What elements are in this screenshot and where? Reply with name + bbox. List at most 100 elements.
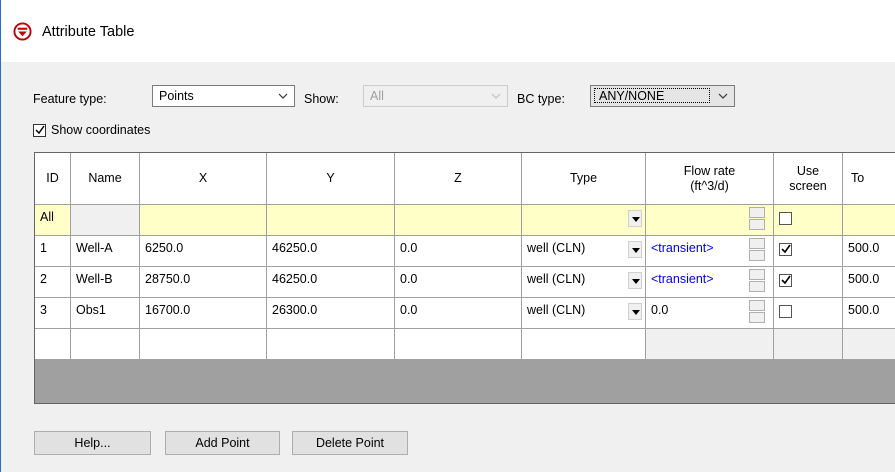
spin-down-icon[interactable] (749, 250, 765, 261)
all-row-use-screen[interactable] (774, 205, 843, 236)
dropdown-button[interactable] (628, 210, 642, 227)
row-z[interactable]: 0.0 (395, 298, 522, 329)
row-name-text: Well-B (76, 272, 113, 286)
row-z[interactable]: 0.0 (395, 236, 522, 267)
dropdown-button[interactable] (628, 241, 642, 258)
new-row-use-screen (774, 329, 843, 360)
bc-type-select[interactable]: ANY/NONE (590, 85, 735, 107)
flow-rate-link[interactable]: <transient> (651, 272, 714, 286)
row-top[interactable]: 500.0 (843, 298, 895, 329)
chevron-down-icon (278, 93, 288, 99)
more-options-icon[interactable] (749, 207, 765, 218)
new-row-type[interactable] (522, 329, 646, 360)
show-select[interactable]: All (363, 85, 508, 107)
row-z-text: 0.0 (400, 303, 418, 317)
dropdown-arrow-icon (632, 248, 640, 253)
all-row-id[interactable]: All (35, 205, 71, 236)
row-type-text: well (CLN) (527, 241, 586, 255)
row-x[interactable]: 16700.0 (140, 298, 267, 329)
attribute-grid[interactable]: ID Name X Y Z Type Flow rate (ft^3/d) Us… (34, 152, 895, 404)
new-row-y[interactable] (267, 329, 395, 360)
options-spinner[interactable] (749, 238, 765, 262)
header-name[interactable]: Name (71, 153, 140, 205)
feature-type-select[interactable]: Points (152, 85, 295, 107)
delete-point-button[interactable]: Delete Point (292, 431, 408, 455)
all-row-top[interactable] (843, 205, 895, 236)
options-spinner[interactable] (749, 207, 765, 231)
new-row-id[interactable] (35, 329, 71, 360)
all-row-z[interactable] (395, 205, 522, 236)
header-type[interactable]: Type (522, 153, 646, 205)
row-use-screen[interactable] (774, 298, 843, 329)
header-x[interactable]: X (140, 153, 267, 205)
add-point-button[interactable]: Add Point (165, 431, 280, 455)
row-flow-rate[interactable]: <transient> (646, 267, 774, 298)
spin-down-icon[interactable] (749, 281, 765, 292)
dropdown-button[interactable] (628, 272, 642, 289)
options-spinner[interactable] (749, 269, 765, 293)
row-id-text: 2 (40, 272, 47, 286)
row-top[interactable]: 500.0 (843, 267, 895, 298)
row-z-text: 0.0 (400, 272, 418, 286)
options-spinner[interactable] (749, 300, 765, 324)
all-row-type[interactable] (522, 205, 646, 236)
row-x[interactable]: 28750.0 (140, 267, 267, 298)
more-options-icon[interactable] (749, 300, 765, 311)
feature-type-label: Feature type: (33, 92, 107, 106)
use-screen-checkbox[interactable] (779, 212, 792, 225)
row-top-text: 500.0 (848, 303, 880, 317)
header-top[interactable]: To (843, 153, 895, 205)
use-screen-checkbox[interactable] (779, 274, 792, 287)
attribute-table-window: Attribute Table Feature type: Points Sho… (0, 0, 895, 472)
row-type[interactable]: well (CLN) (522, 298, 646, 329)
check-icon (781, 244, 791, 254)
row-id[interactable]: 2 (35, 267, 71, 298)
row-name[interactable]: Well-B (71, 267, 140, 298)
row-name[interactable]: Well-A (71, 236, 140, 267)
dropdown-button[interactable] (628, 303, 642, 320)
header-use-screen[interactable]: Use screen (774, 153, 843, 205)
all-row-y[interactable] (267, 205, 395, 236)
header-use-screen-line1: Use (796, 163, 820, 178)
row-type[interactable]: well (CLN) (522, 236, 646, 267)
bc-type-label: BC type: (517, 92, 565, 106)
show-coordinates-label: Show coordinates (51, 123, 151, 137)
all-row-x[interactable] (140, 205, 267, 236)
app-icon (13, 22, 32, 41)
row-z[interactable]: 0.0 (395, 267, 522, 298)
row-name[interactable]: Obs1 (71, 298, 140, 329)
use-screen-checkbox[interactable] (779, 305, 792, 318)
header-flow-rate[interactable]: Flow rate (ft^3/d) (646, 153, 774, 205)
show-coordinates-checkbox[interactable] (33, 124, 46, 137)
title-bar[interactable]: Attribute Table (1, 0, 895, 62)
new-row-name[interactable] (71, 329, 140, 360)
use-screen-checkbox[interactable] (779, 243, 792, 256)
row-top[interactable]: 500.0 (843, 236, 895, 267)
spin-down-icon[interactable] (749, 219, 765, 230)
more-options-icon[interactable] (749, 238, 765, 249)
row-use-screen[interactable] (774, 267, 843, 298)
row-flow-rate[interactable]: 0.0 (646, 298, 774, 329)
help-button[interactable]: Help... (34, 431, 151, 455)
row-id[interactable]: 3 (35, 298, 71, 329)
header-id[interactable]: ID (35, 153, 71, 205)
row-use-screen[interactable] (774, 236, 843, 267)
new-row-z[interactable] (395, 329, 522, 360)
spin-down-icon[interactable] (749, 312, 765, 323)
header-use-screen-line2: screen (789, 178, 827, 193)
row-y[interactable]: 46250.0 (267, 267, 395, 298)
row-y[interactable]: 26300.0 (267, 298, 395, 329)
row-id[interactable]: 1 (35, 236, 71, 267)
row-y[interactable]: 46250.0 (267, 236, 395, 267)
row-x-text: 6250.0 (145, 241, 184, 255)
more-options-icon[interactable] (749, 269, 765, 280)
row-type[interactable]: well (CLN) (522, 267, 646, 298)
all-row-flow-rate[interactable] (646, 205, 774, 236)
new-row-x[interactable] (140, 329, 267, 360)
new-row-flow-rate (646, 329, 774, 360)
flow-rate-link[interactable]: <transient> (651, 241, 714, 255)
header-y[interactable]: Y (267, 153, 395, 205)
row-x[interactable]: 6250.0 (140, 236, 267, 267)
row-flow-rate[interactable]: <transient> (646, 236, 774, 267)
header-z[interactable]: Z (395, 153, 522, 205)
